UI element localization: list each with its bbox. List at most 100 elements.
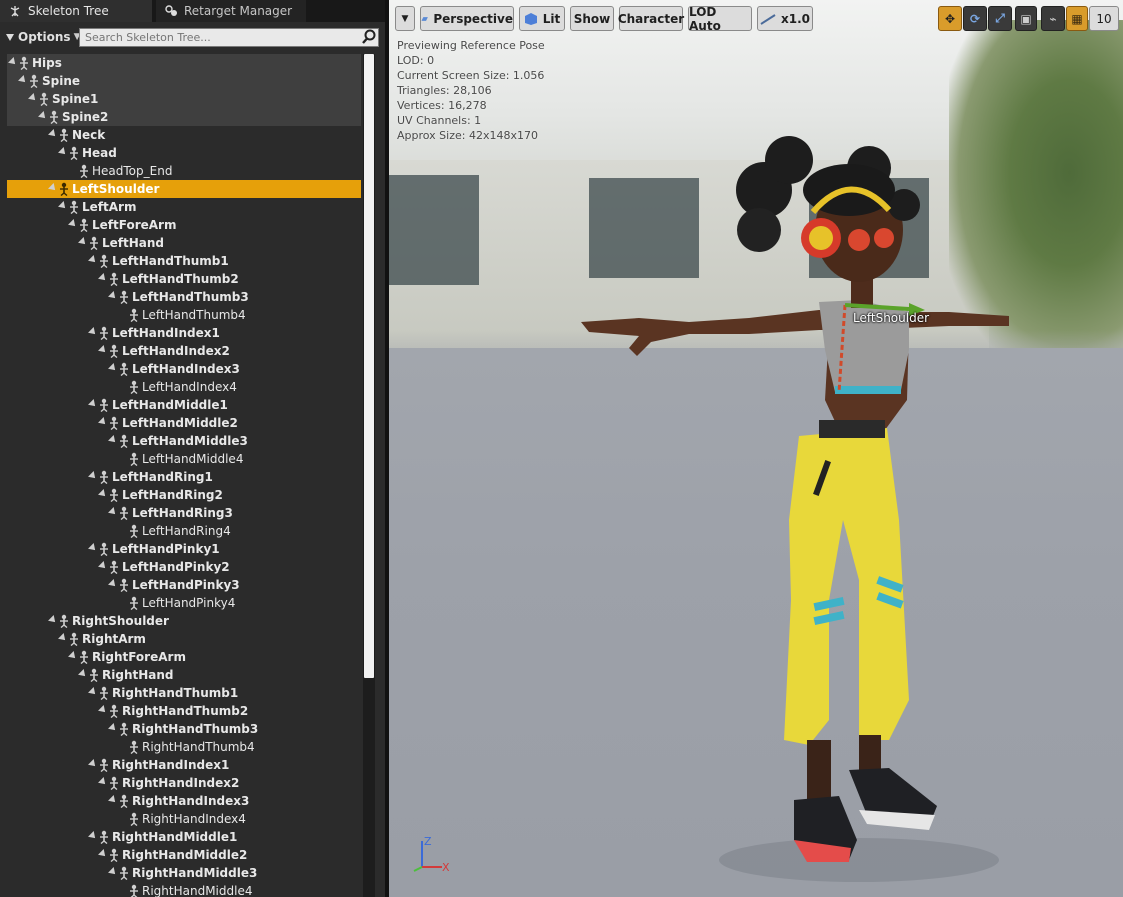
tree-row[interactable]: LeftHandMiddle2 [7,414,361,432]
expand-arrow-icon[interactable] [58,147,68,157]
expand-arrow-icon[interactable] [98,273,108,283]
tab-skeleton-tree[interactable]: Skeleton Tree [0,0,152,22]
expand-arrow-icon[interactable] [98,777,108,787]
tree-row[interactable]: Neck [7,126,361,144]
tree-row[interactable]: RightHandIndex2 [7,774,361,792]
tree-row[interactable]: LeftHandMiddle4 [7,450,361,468]
tree-row[interactable]: RightHandIndex1 [7,756,361,774]
expand-arrow-icon[interactable] [58,633,68,643]
options-button[interactable]: Options ▼ [6,28,81,46]
tree-row[interactable]: RightHandThumb1 [7,684,361,702]
tree-row[interactable]: HeadTop_End [7,162,361,180]
tree-row[interactable]: LeftHandThumb3 [7,288,361,306]
viewport[interactable]: LeftShoulder Previewing Reference Pose L… [389,0,1123,897]
expand-arrow-icon[interactable] [108,579,118,589]
expand-arrow-icon[interactable] [108,867,118,877]
tree-row[interactable]: Spine1 [7,90,361,108]
expand-arrow-icon[interactable] [108,291,118,301]
tree-row[interactable]: RightHandThumb4 [7,738,361,756]
tree-row[interactable]: LeftHandPinky4 [7,594,361,612]
expand-arrow-icon[interactable] [88,255,98,265]
tree-row[interactable]: RightHandMiddle4 [7,882,361,897]
translate-tool-button[interactable]: ✥ [938,6,962,31]
tree-row[interactable]: LeftHandIndex2 [7,342,361,360]
tree-row[interactable]: RightHandThumb2 [7,702,361,720]
tree-row[interactable]: RightArm [7,630,361,648]
search-input[interactable] [79,28,379,47]
tab-retarget-manager[interactable]: Retarget Manager [156,0,306,22]
tree-row[interactable]: LeftHandIndex1 [7,324,361,342]
viewport-options-button[interactable]: ▼ [395,6,415,31]
show-button[interactable]: Show [570,6,614,31]
tree-row[interactable]: LeftHandIndex4 [7,378,361,396]
tree-row[interactable]: RightHand [7,666,361,684]
expand-arrow-icon[interactable] [108,435,118,445]
expand-arrow-icon[interactable] [98,417,108,427]
expand-arrow-icon[interactable] [88,327,98,337]
expand-arrow-icon[interactable] [78,237,88,247]
expand-arrow-icon[interactable] [108,723,118,733]
tree-row[interactable]: LeftHandIndex3 [7,360,361,378]
tree-row[interactable]: Spine2 [7,108,361,126]
tree-row[interactable]: LeftHandMiddle3 [7,432,361,450]
tree-row[interactable]: RightHandMiddle3 [7,864,361,882]
expand-arrow-icon[interactable] [108,507,118,517]
tree-row[interactable]: LeftHandMiddle1 [7,396,361,414]
expand-arrow-icon[interactable] [58,201,68,211]
tree-row[interactable]: LeftHandRing4 [7,522,361,540]
expand-arrow-icon[interactable] [48,129,58,139]
grid-snap-button[interactable]: ▦ [1066,6,1088,31]
tree-row[interactable]: LeftHandPinky1 [7,540,361,558]
tree-row[interactable]: LeftHandThumb1 [7,252,361,270]
scrollbar-thumb[interactable] [364,54,374,678]
expand-arrow-icon[interactable] [18,75,28,85]
grid-size-button[interactable]: 10 [1089,6,1119,31]
surface-snap-button[interactable]: ⌁ [1041,6,1065,31]
playback-speed-button[interactable]: x1.0 [757,6,813,31]
expand-arrow-icon[interactable] [98,849,108,859]
expand-arrow-icon[interactable] [88,399,98,409]
tree-row[interactable]: LeftHandThumb2 [7,270,361,288]
tree-row[interactable]: LeftHandPinky2 [7,558,361,576]
expand-arrow-icon[interactable] [98,561,108,571]
expand-arrow-icon[interactable] [88,471,98,481]
tree-row[interactable]: RightHandThumb3 [7,720,361,738]
tree-row[interactable]: LeftHandPinky3 [7,576,361,594]
expand-arrow-icon[interactable] [98,489,108,499]
tree-row[interactable]: RightForeArm [7,648,361,666]
tree-row[interactable]: RightHandIndex4 [7,810,361,828]
perspective-button[interactable]: Perspective [420,6,514,31]
tree-row[interactable]: RightShoulder [7,612,361,630]
expand-arrow-icon[interactable] [48,183,58,193]
expand-arrow-icon[interactable] [78,669,88,679]
expand-arrow-icon[interactable] [28,93,38,103]
expand-arrow-icon[interactable] [108,795,118,805]
tree-row[interactable]: Head [7,144,361,162]
expand-arrow-icon[interactable] [8,57,18,67]
scale-tool-button[interactable]: ⤢ [988,6,1012,31]
expand-arrow-icon[interactable] [88,543,98,553]
tree-row[interactable]: LeftHandRing1 [7,468,361,486]
tree-row[interactable]: Spine [7,72,361,90]
rotate-tool-button[interactable]: ⟳ [963,6,987,31]
lit-button[interactable]: Lit [519,6,565,31]
expand-arrow-icon[interactable] [68,219,78,229]
expand-arrow-icon[interactable] [108,363,118,373]
tree-row[interactable]: LeftHandRing2 [7,486,361,504]
local-space-button[interactable]: ▣ [1015,6,1037,31]
expand-arrow-icon[interactable] [88,759,98,769]
expand-arrow-icon[interactable] [88,831,98,841]
tree-row[interactable]: Hips [7,54,361,72]
tree-row[interactable]: RightHandMiddle2 [7,846,361,864]
tree-row[interactable]: LeftArm [7,198,361,216]
tree-row[interactable]: RightHandIndex3 [7,792,361,810]
expand-arrow-icon[interactable] [48,615,58,625]
expand-arrow-icon[interactable] [98,345,108,355]
expand-arrow-icon[interactable] [38,111,48,121]
expand-arrow-icon[interactable] [88,687,98,697]
tree-row[interactable]: LeftForeArm [7,216,361,234]
lod-button[interactable]: LOD Auto [688,5,752,33]
tree-row[interactable]: LeftHand [7,234,361,252]
tree-row[interactable]: LeftHandThumb4 [7,306,361,324]
tree-row[interactable]: RightHandMiddle1 [7,828,361,846]
